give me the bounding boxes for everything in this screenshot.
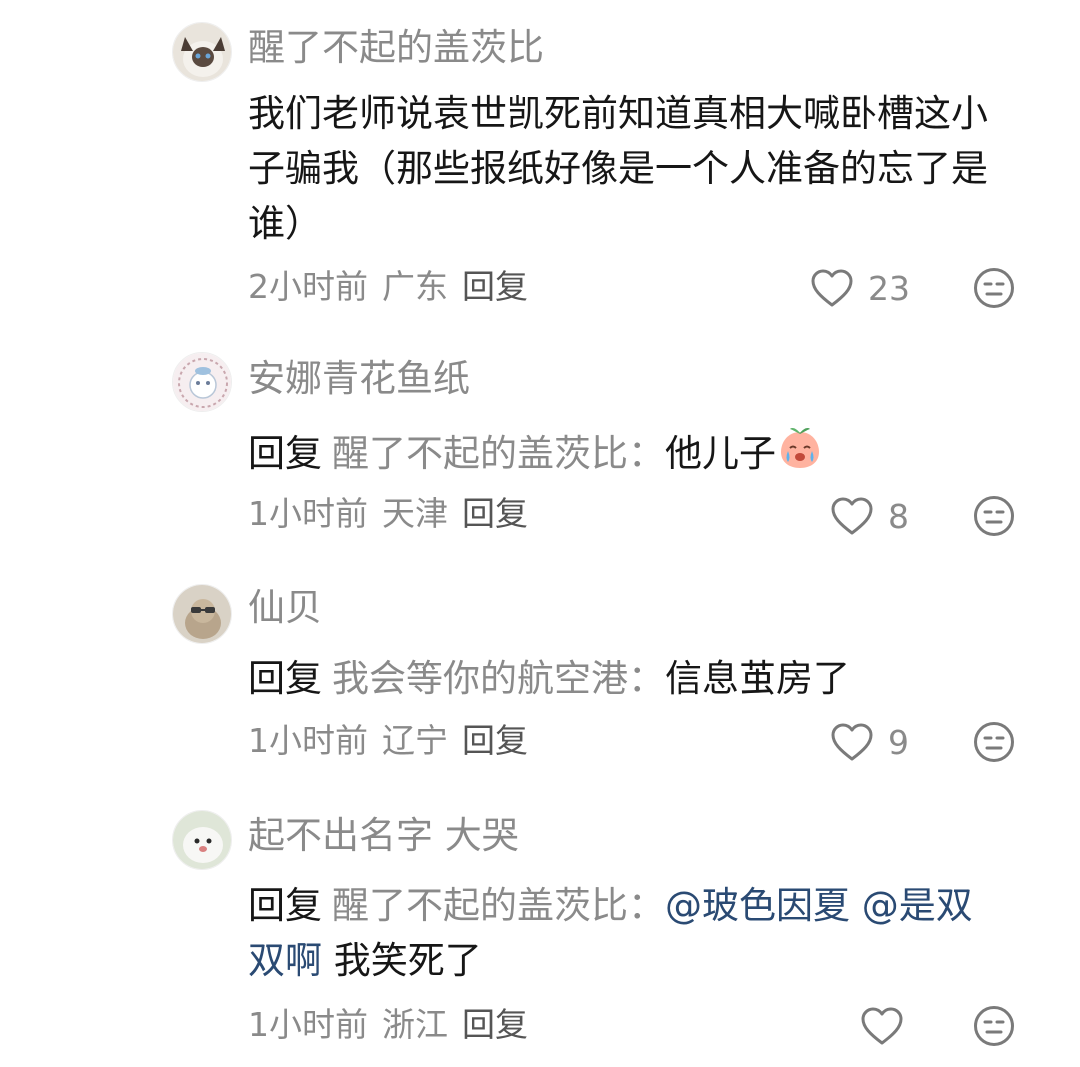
reply-text: 他儿子 [665, 432, 776, 475]
comment-text: 回复 醒了不起的盖茨比：@玻色因夏 @是双双啊 我笑死了 [248, 878, 1008, 988]
dislike-face-icon[interactable] [972, 494, 1016, 538]
avatar[interactable] [172, 584, 232, 644]
location: 天津 [382, 494, 448, 533]
dislike-face-icon[interactable] [972, 1004, 1016, 1048]
reply-target-user[interactable]: 醒了不起的盖茨比： [332, 432, 665, 475]
dislike-face-icon[interactable] [972, 266, 1016, 310]
avatar[interactable] [172, 810, 232, 870]
username[interactable]: 安娜青花鱼纸 [248, 355, 470, 403]
location: 浙江 [382, 1005, 448, 1044]
username[interactable]: 醒了不起的盖茨比 [248, 24, 544, 72]
like-count: 23 [868, 268, 910, 308]
crying-peach-emoji [781, 428, 819, 468]
like-button[interactable]: 8 [830, 494, 909, 538]
comment-meta: 1小时前 辽宁 回复 [248, 719, 542, 763]
username[interactable]: 仙贝 [248, 584, 322, 632]
like-button[interactable] [860, 1004, 904, 1048]
reply-prefix: 回复 [248, 657, 322, 700]
timestamp: 1小时前 [248, 1005, 368, 1044]
reply-target-user[interactable]: 我会等你的航空港： [332, 657, 665, 700]
like-button[interactable]: 23 [810, 266, 910, 310]
comment-meta: 1小时前 天津 回复 [248, 492, 542, 536]
comment-text: 我们老师说袁世凯死前知道真相大喊卧槽这小子骗我（那些报纸好像是一个人准备的忘了是… [248, 92, 988, 245]
comment-meta: 1小时前 浙江 回复 [248, 1003, 542, 1047]
reply-button[interactable]: 回复 [462, 267, 528, 306]
reply-target-user[interactable]: 醒了不起的盖茨比： [332, 884, 665, 927]
username[interactable]: 起不出名字 大哭 [248, 812, 519, 860]
reply-button[interactable]: 回复 [462, 494, 528, 533]
timestamp: 2小时前 [248, 267, 368, 306]
timestamp: 1小时前 [248, 494, 368, 533]
comment-meta: 2小时前 广东 回复 [248, 265, 542, 309]
avatar[interactable] [172, 352, 232, 412]
reply-button[interactable]: 回复 [462, 1005, 528, 1044]
like-button[interactable]: 9 [830, 720, 909, 764]
heart-icon [861, 1007, 903, 1045]
location: 广东 [382, 267, 448, 306]
heart-icon [831, 723, 873, 761]
reply-prefix: 回复 [248, 884, 322, 927]
timestamp: 1小时前 [248, 721, 368, 760]
avatar[interactable] [172, 22, 232, 82]
location: 辽宁 [382, 721, 448, 760]
heart-icon [811, 269, 853, 307]
reply-button[interactable]: 回复 [462, 721, 528, 760]
mention-link[interactable]: @玻色因夏 [665, 884, 850, 927]
comment-text: 回复 醒了不起的盖茨比：他儿子 [248, 424, 1008, 481]
like-count: 9 [888, 722, 909, 762]
reply-text: 我笑死了 [333, 939, 482, 982]
heart-icon [831, 497, 873, 535]
reply-prefix: 回复 [248, 432, 322, 475]
like-count: 8 [888, 496, 909, 536]
dislike-face-icon[interactable] [972, 720, 1016, 764]
reply-text: 信息茧房了 [665, 657, 850, 700]
comment-text: 回复 我会等你的航空港：信息茧房了 [248, 651, 1008, 706]
